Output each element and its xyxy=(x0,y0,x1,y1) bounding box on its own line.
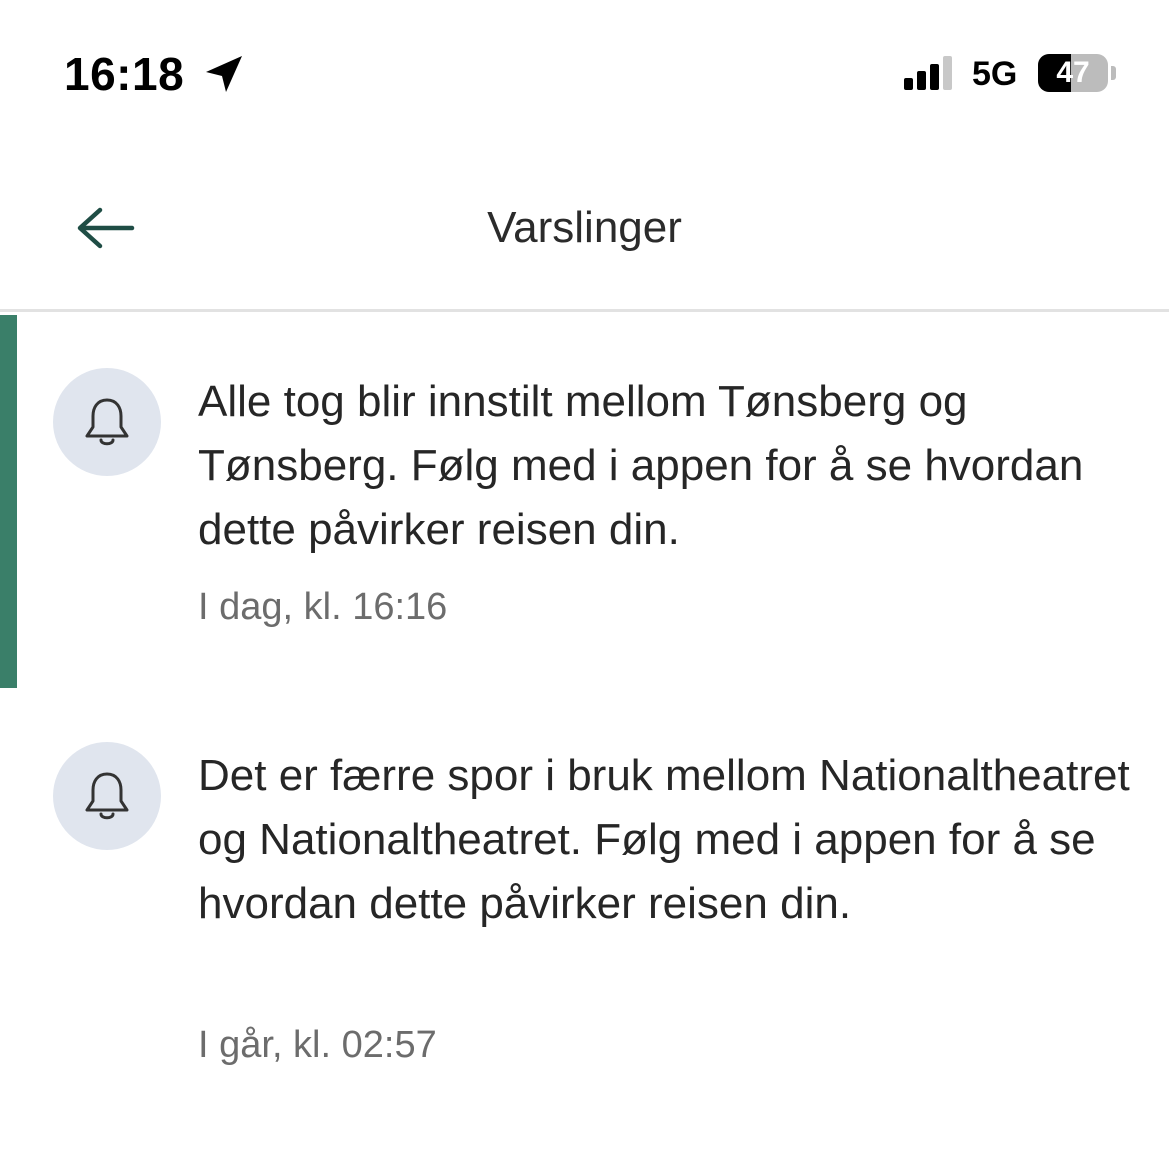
notification-message: Alle tog blir innstilt mellom Tønsberg o… xyxy=(198,377,1084,554)
notification-item[interactable]: Alle tog blir innstilt mellom Tønsberg o… xyxy=(0,315,1169,688)
cellular-signal-icon xyxy=(904,56,952,90)
notification-icon-badge xyxy=(53,368,161,476)
battery-percent: 47 xyxy=(1056,56,1090,89)
location-arrow-icon xyxy=(206,56,242,92)
battery-icon: 47 xyxy=(1038,54,1108,92)
battery-cap xyxy=(1111,66,1116,80)
bell-icon xyxy=(85,398,129,446)
unread-indicator xyxy=(0,315,17,688)
notification-timestamp: I dag, kl. 16:16 xyxy=(198,586,448,628)
page-title: Varslinger xyxy=(487,203,682,252)
notification-timestamp: I går, kl. 02:57 xyxy=(198,1024,437,1066)
bell-icon xyxy=(85,772,129,820)
app-header: Varslinger xyxy=(0,150,1169,312)
notification-item[interactable]: Det er færre spor i bruk mellom National… xyxy=(0,688,1169,1108)
notification-icon-badge xyxy=(53,742,161,850)
notification-message: Det er færre spor i bruk mellom National… xyxy=(198,751,1130,928)
status-time: 16:18 xyxy=(64,48,185,100)
status-bar: 16:18 5G 47 xyxy=(0,0,1169,150)
network-type-label: 5G xyxy=(972,55,1018,93)
